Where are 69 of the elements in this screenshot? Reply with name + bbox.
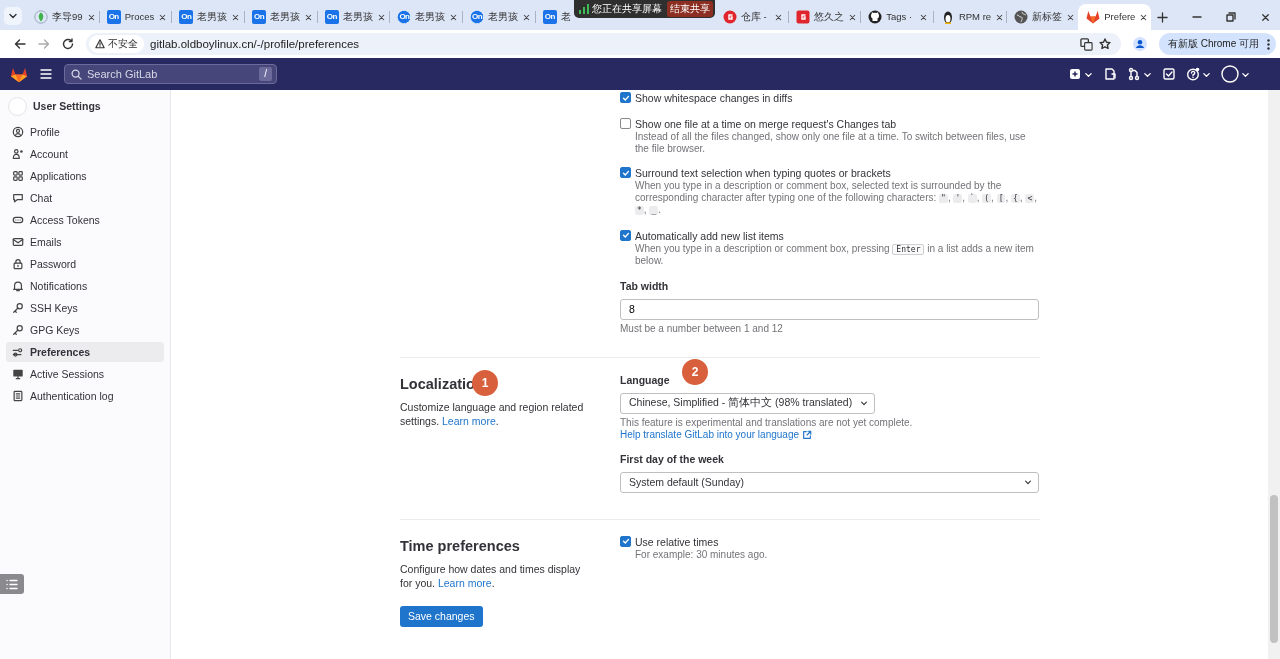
section-description: Configure how dates and times display for you. Learn more.	[400, 561, 582, 590]
sidebar-item[interactable]: SSH Keys	[6, 298, 164, 318]
app-icon: On	[324, 10, 339, 24]
browser-tab[interactable]: On Proces	[98, 4, 172, 30]
help-text: When you type in a description or comment box, selected text is surrounded by the corresponding character after typing one of the following characters: " , ' , ` , ( , [ , { , < , * , _ .	[635, 180, 1038, 217]
sidebar-item[interactable]: Chat	[6, 188, 164, 208]
section-title: Localizatio	[400, 374, 475, 393]
share-message: 您正在共享屏幕	[591, 2, 662, 16]
help-link[interactable]: Help translate GitLab into your language	[620, 428, 812, 441]
app-icon: On	[179, 10, 194, 24]
section-title: Time preferences	[400, 536, 520, 555]
browser-tab[interactable]: 悠久之	[787, 4, 861, 30]
number-marker: 2	[682, 358, 708, 385]
stop-sharing-button[interactable]: 结束共享	[666, 1, 713, 17]
browser-tab[interactable]: On 老	[534, 4, 574, 30]
help-text: Instead of all the files changed, show only one file at a time. To switch between files, use the file browser.	[635, 131, 1027, 154]
browser-tab[interactable]: On 老男孩	[244, 4, 317, 30]
url-text[interactable]: gitlab.oldboylinux.cn/-/profile/preferences	[150, 38, 1074, 50]
browser-tab[interactable]: 仓库 -	[714, 4, 788, 30]
help-text: For example: 30 minutes ago.	[635, 548, 768, 560]
app-icon: On	[252, 10, 267, 24]
sidebar-item[interactable]: Profile	[6, 122, 164, 142]
sidebar-item[interactable]: Active Sessions	[6, 364, 164, 384]
sidebar-item[interactable]: Password	[6, 254, 164, 274]
field-label: Language	[620, 372, 671, 387]
app-icon: On	[542, 10, 557, 24]
checkbox-label: Show one file at a time on merge request's Changes tab	[635, 117, 898, 131]
security-chip[interactable]: 不安全	[89, 35, 144, 53]
checkbox-label: Automatically add new list items	[635, 228, 785, 243]
language-dropdown[interactable]: Chinese, Simplified - 简体中文 (98% translated)	[620, 392, 876, 414]
sidebar-title: User Settings	[33, 100, 101, 112]
learn-more-link[interactable]: Learn more	[437, 576, 492, 589]
number-marker: 1	[472, 369, 498, 396]
number-input[interactable]: 8	[620, 298, 1039, 320]
checkbox-label: Surround text selection when typing quotes or brackets	[635, 166, 892, 180]
browser-tab[interactable]: RPM re	[932, 4, 1006, 30]
save-changes-button[interactable]: Save changes	[400, 605, 483, 627]
browser-tab[interactable]: On 老男孩	[389, 4, 463, 30]
sidebar-item[interactable]: Authentication log	[6, 386, 164, 406]
sidebar-item[interactable]: Preferences	[6, 342, 164, 362]
browser-tab[interactable]: On 老男孩	[171, 4, 245, 30]
learn-more-link[interactable]: Learn more	[442, 414, 496, 427]
browser-tab[interactable]: Prefere	[1078, 4, 1151, 30]
browser-tab[interactable]: 李导99	[26, 4, 99, 30]
sidebar-item[interactable]: Applications	[6, 166, 164, 186]
help-text: This feature is experimental and translations are not yet complete.	[620, 416, 914, 429]
select-field[interactable]: System default (Sunday)	[620, 471, 1039, 493]
browser-tab[interactable]: On 老男孩	[462, 4, 535, 30]
browser-tab[interactable]: 新标签	[1005, 4, 1079, 30]
sidebar-item[interactable]: Access Tokens	[6, 210, 164, 230]
search-field[interactable]: Search GitLab /	[64, 64, 277, 84]
browser-tab[interactable]: On 老男孩	[316, 4, 390, 30]
app-icon: On	[106, 10, 121, 24]
checkbox-label: Show whitespace changes in diffs	[635, 91, 793, 105]
section-description: Customize language and region related settings. Learn more.	[400, 399, 585, 428]
field-label: Tab width	[620, 278, 670, 293]
shortcut-key: /	[259, 67, 272, 81]
update-chrome-button[interactable]: 有新版 Chrome 可用	[1158, 33, 1276, 55]
sidebar-item[interactable]: Account	[6, 144, 164, 164]
browser-tab[interactable]: Tags ·	[860, 4, 933, 30]
sidebar-item[interactable]: GPG Keys	[6, 320, 164, 340]
help-text: When you type in a description or comment box, pressing Enter in a list adds a new item below.	[635, 242, 1035, 267]
field-label: First day of the week	[620, 451, 725, 466]
checkbox-label: Use relative times	[635, 534, 720, 549]
app-icon: On	[397, 10, 412, 24]
app-icon: On	[470, 10, 485, 24]
sidebar-item[interactable]: Emails	[6, 232, 164, 252]
help-text: Must be a number between 1 and 12	[620, 322, 784, 335]
sidebar-item[interactable]: Notifications	[6, 276, 164, 296]
